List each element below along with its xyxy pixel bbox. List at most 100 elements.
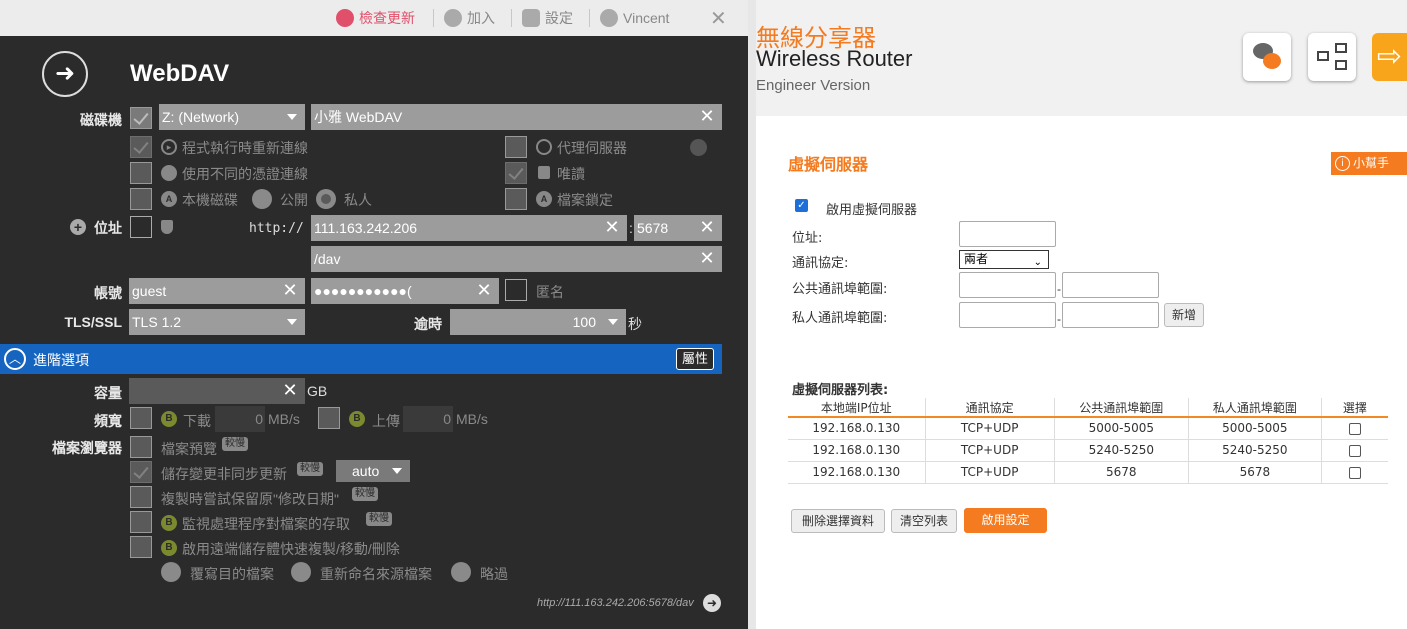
private-start-input[interactable] bbox=[959, 302, 1056, 328]
capacity-label: 容量 bbox=[94, 385, 122, 401]
settings-button[interactable]: 設定 bbox=[522, 0, 573, 36]
webdav-panel: 檢查更新 加入 設定 Vincent ✕ ➜ WebDAV 磁碟機 Z: (Ne bbox=[0, 0, 748, 629]
footer-url: http://111.163.242.206:5678/dav bbox=[537, 597, 694, 609]
tls-select[interactable]: TLS 1.2 bbox=[129, 309, 305, 335]
row-select-checkbox[interactable] bbox=[1348, 444, 1361, 457]
chevron-up-icon[interactable]: ︿ bbox=[4, 348, 26, 370]
table-row: 192.168.0.130 TCP+UDP 5000-5005 5000-500… bbox=[788, 417, 1388, 440]
logout-icon[interactable]: ⇨ bbox=[1372, 33, 1407, 81]
readonly-checkbox[interactable] bbox=[505, 162, 527, 184]
chat-icon[interactable] bbox=[1243, 33, 1291, 81]
drive-checkbox[interactable] bbox=[130, 107, 152, 129]
proxy-checkbox[interactable] bbox=[505, 136, 527, 158]
address-input[interactable] bbox=[959, 221, 1056, 247]
user-button[interactable]: Vincent bbox=[600, 0, 669, 36]
advanced-bar[interactable]: ︿ 進階選項 屬性 bbox=[0, 344, 722, 374]
private-end-input[interactable] bbox=[1062, 302, 1159, 328]
rename-radio[interactable] bbox=[291, 562, 311, 582]
file-browser-label: 檔案瀏覽器 bbox=[52, 440, 122, 456]
drive-label: 磁碟機 bbox=[80, 112, 122, 128]
file-lock-checkbox[interactable] bbox=[505, 188, 527, 210]
private-radio[interactable] bbox=[316, 189, 336, 209]
reconnect-checkbox[interactable] bbox=[130, 136, 152, 158]
password-input[interactable]: ●●●●●●●●●●●(✕ bbox=[311, 278, 499, 304]
preview-checkbox[interactable] bbox=[130, 436, 152, 458]
drive-name-input[interactable]: 小雅 WebDAV ✕ bbox=[311, 104, 722, 130]
column-header: 本地端IP位址 bbox=[788, 398, 926, 418]
keep-date-label: 複製時嘗試保留原"修改日期" bbox=[161, 491, 339, 507]
private-label: 私人 bbox=[344, 192, 372, 208]
keep-date-checkbox[interactable] bbox=[130, 486, 152, 508]
delete-selected-button[interactable]: 刪除選擇資料 bbox=[791, 509, 885, 533]
row-select-checkbox[interactable] bbox=[1348, 422, 1361, 435]
async-select[interactable]: auto bbox=[336, 460, 410, 482]
async-label: 儲存變更非同步更新 bbox=[161, 466, 287, 482]
skip-radio[interactable] bbox=[451, 562, 471, 582]
download-input[interactable]: 0 bbox=[215, 406, 265, 432]
row-select-checkbox[interactable] bbox=[1348, 466, 1361, 479]
upload-checkbox[interactable] bbox=[318, 407, 340, 429]
shield-icon bbox=[161, 220, 173, 234]
timeout-select[interactable]: 100 bbox=[450, 309, 626, 335]
remote-copy-checkbox[interactable] bbox=[130, 536, 152, 558]
username-input[interactable]: guest ✕ bbox=[129, 278, 305, 304]
path-input[interactable]: /dav ✕ bbox=[311, 246, 722, 272]
address-label: 位址 bbox=[94, 220, 122, 236]
clear-icon: ✕ bbox=[699, 248, 715, 268]
list-title: 虛擬伺服器列表: bbox=[792, 383, 889, 398]
router-page: 無線分享器 Wireless Router Engineer Version ⇨… bbox=[748, 0, 1407, 629]
public-radio[interactable] bbox=[252, 189, 272, 209]
arrow-right-icon[interactable]: ➜ bbox=[42, 51, 88, 97]
rename-label: 重新命名來源檔案 bbox=[320, 566, 432, 582]
diff-credentials-checkbox[interactable] bbox=[130, 162, 152, 184]
add-button[interactable]: 新增 bbox=[1164, 303, 1204, 327]
public-start-input[interactable] bbox=[959, 272, 1056, 298]
public-end-input[interactable] bbox=[1062, 272, 1159, 298]
reconnect-label: 程式執行時重新連線 bbox=[182, 140, 308, 156]
gear-icon[interactable] bbox=[690, 139, 707, 156]
network-icon[interactable] bbox=[1308, 33, 1356, 81]
protocol-select[interactable]: 兩者 ⌄ bbox=[959, 250, 1049, 269]
apply-button[interactable]: 啟用設定 bbox=[964, 508, 1047, 533]
join-button[interactable]: 加入 bbox=[444, 0, 495, 36]
play-icon: ▸ bbox=[161, 139, 177, 155]
panel-divider bbox=[748, 0, 756, 629]
arrow-right-icon[interactable]: ➜ bbox=[703, 594, 721, 612]
async-checkbox[interactable] bbox=[130, 461, 152, 483]
address-checkbox[interactable] bbox=[130, 216, 152, 238]
capacity-input[interactable]: ✕ bbox=[129, 378, 305, 404]
port-input[interactable]: 5678 ✕ bbox=[634, 215, 722, 241]
top-toolbar: 檢查更新 加入 設定 Vincent ✕ bbox=[0, 0, 748, 36]
enable-checkbox[interactable]: ✓ bbox=[795, 199, 808, 212]
section-title: 虛擬伺服器 bbox=[788, 155, 869, 174]
account-label: 帳號 bbox=[94, 285, 122, 301]
clear-list-button[interactable]: 清空列表 bbox=[891, 509, 957, 533]
plus-icon[interactable]: + bbox=[70, 219, 86, 235]
overwrite-radio[interactable] bbox=[161, 562, 181, 582]
download-checkbox[interactable] bbox=[130, 407, 152, 429]
server-table: 本地端IP位址 通訊協定 公共通訊埠範圍 私人通訊埠範圍 選擇 192.168.… bbox=[788, 398, 1388, 484]
close-icon[interactable]: ✕ bbox=[710, 0, 727, 36]
local-disk-checkbox[interactable] bbox=[130, 188, 152, 210]
address-label: 位址: bbox=[792, 231, 823, 246]
host-input[interactable]: 111.163.242.206 ✕ bbox=[311, 215, 627, 241]
slow-badge: 較慢 bbox=[352, 487, 378, 501]
anonymous-label: 匿名 bbox=[536, 284, 564, 300]
upload-unit: MB/s bbox=[456, 411, 488, 427]
overwrite-label: 覆寫目的檔案 bbox=[190, 566, 274, 582]
slow-badge: 較慢 bbox=[222, 437, 248, 451]
upload-input[interactable]: 0 bbox=[403, 406, 453, 432]
router-title-en: Wireless Router bbox=[756, 46, 913, 71]
help-button[interactable]: i 小幫手 bbox=[1331, 152, 1407, 175]
monitor-checkbox[interactable] bbox=[130, 511, 152, 533]
readonly-label: 唯讀 bbox=[557, 166, 585, 182]
table-row: 192.168.0.130 TCP+UDP 5678 5678 bbox=[788, 461, 1388, 484]
public-range-label: 公共通訊埠範圍: bbox=[792, 282, 888, 297]
properties-button[interactable]: 屬性 bbox=[676, 348, 714, 370]
drive-letter-select[interactable]: Z: (Network) bbox=[159, 104, 305, 130]
b-icon: B bbox=[161, 515, 177, 531]
clear-icon: ✕ bbox=[699, 217, 715, 237]
public-label: 公開 bbox=[280, 192, 308, 208]
check-update-button[interactable]: 檢查更新 bbox=[336, 0, 415, 36]
anonymous-checkbox[interactable] bbox=[505, 279, 527, 301]
